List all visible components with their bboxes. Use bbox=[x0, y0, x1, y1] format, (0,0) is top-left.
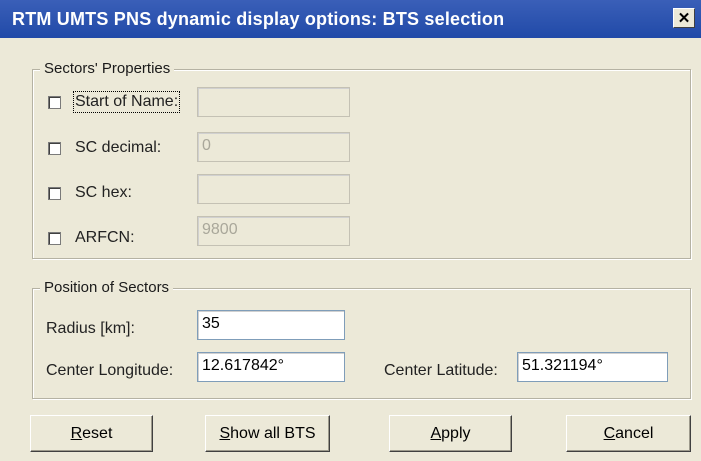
sc-decimal-field[interactable]: 0 bbox=[197, 132, 350, 162]
start-of-name-checkbox[interactable] bbox=[48, 96, 61, 109]
close-icon[interactable]: ✕ bbox=[673, 8, 695, 28]
reset-button[interactable]: Reset bbox=[30, 415, 153, 452]
sc-decimal-label: SC decimal: bbox=[75, 139, 162, 156]
reset-label: eset bbox=[82, 425, 113, 442]
start-of-name-label: Start of Name: bbox=[72, 91, 181, 113]
reset-mnemonic: R bbox=[70, 425, 83, 442]
center-latitude-label: Center Latitude: bbox=[384, 362, 498, 379]
cancel-mnemonic: C bbox=[603, 425, 616, 442]
sc-decimal-checkbox[interactable] bbox=[48, 142, 61, 155]
cancel-button[interactable]: Cancel bbox=[566, 415, 691, 452]
arfcn-field[interactable]: 9800 bbox=[197, 216, 350, 246]
sectors-properties-legend: Sectors' Properties bbox=[40, 60, 175, 77]
position-of-sectors-legend: Position of Sectors bbox=[40, 279, 174, 296]
cancel-label: ancel bbox=[615, 425, 654, 442]
title-bar[interactable]: RTM UMTS PNS dynamic display options: BT… bbox=[0, 0, 701, 38]
start-of-name-field[interactable] bbox=[197, 87, 350, 117]
arfcn-checkbox[interactable] bbox=[48, 232, 61, 245]
sc-hex-label: SC hex: bbox=[75, 184, 132, 201]
apply-button[interactable]: Apply bbox=[389, 415, 512, 452]
arfcn-label: ARFCN: bbox=[75, 229, 135, 246]
apply-label: pply bbox=[441, 425, 471, 442]
center-longitude-input[interactable]: 12.617842° bbox=[197, 352, 345, 382]
apply-mnemonic: A bbox=[430, 425, 442, 442]
sc-hex-checkbox[interactable] bbox=[48, 187, 61, 200]
sc-hex-field[interactable] bbox=[197, 174, 350, 204]
center-latitude-input[interactable]: 51.321194° bbox=[517, 352, 668, 382]
show-all-bts-button[interactable]: Show all BTS bbox=[205, 415, 330, 452]
show-all-bts-label: how all BTS bbox=[230, 425, 316, 442]
radius-label: Radius [km]: bbox=[46, 320, 135, 337]
window-title: RTM UMTS PNS dynamic display options: BT… bbox=[12, 9, 505, 29]
center-longitude-label: Center Longitude: bbox=[46, 362, 174, 379]
bts-selection-dialog: RTM UMTS PNS dynamic display options: BT… bbox=[0, 0, 701, 461]
position-of-sectors-group bbox=[32, 288, 691, 399]
show-all-bts-mnemonic: S bbox=[219, 425, 231, 442]
radius-input[interactable]: 35 bbox=[197, 310, 345, 340]
